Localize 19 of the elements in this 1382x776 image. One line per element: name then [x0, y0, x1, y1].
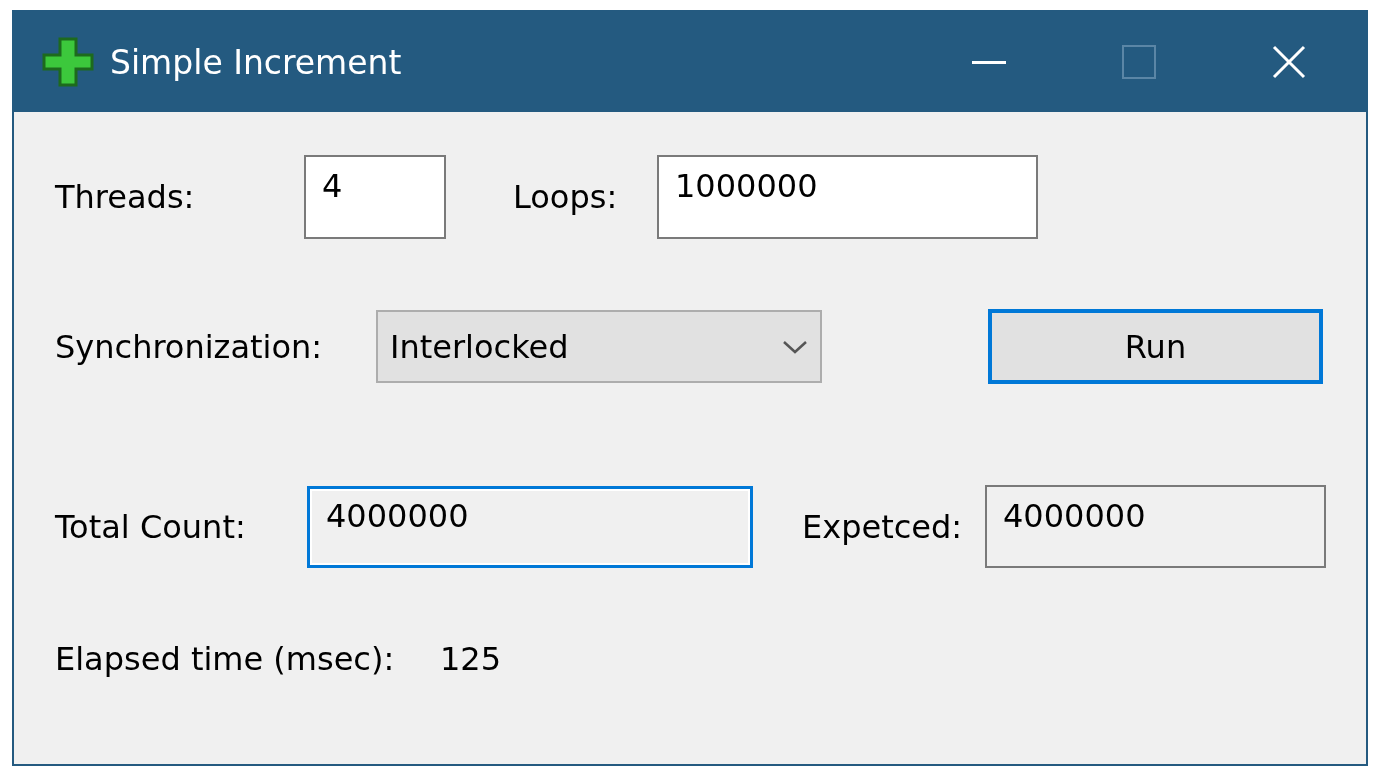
total-count-label: Total Count: [55, 507, 247, 546]
run-button[interactable]: Run [988, 309, 1323, 384]
synchronization-label: Synchronization: [55, 327, 324, 366]
plus-icon [42, 37, 94, 87]
elapsed-time-value: 125 [440, 640, 502, 678]
expected-label: Expetced: [802, 507, 964, 546]
loops-label: Loops: [513, 178, 619, 216]
minimize-icon [972, 60, 1006, 64]
maximize-icon [1122, 45, 1156, 79]
elapsed-time-label: Elapsed time (msec): [55, 640, 396, 678]
threads-field[interactable]: 4 [304, 155, 446, 239]
expected-field[interactable]: 4000000 [985, 485, 1326, 568]
close-icon [1272, 45, 1306, 79]
chevron-down-icon [782, 339, 808, 354]
synchronization-dropdown[interactable]: Interlocked [376, 310, 822, 383]
total-count-field[interactable]: 4000000 [307, 485, 753, 568]
window-title: Simple Increment [110, 42, 403, 82]
loops-field[interactable]: 1000000 [657, 155, 1038, 239]
threads-label: Threads: [55, 178, 196, 216]
